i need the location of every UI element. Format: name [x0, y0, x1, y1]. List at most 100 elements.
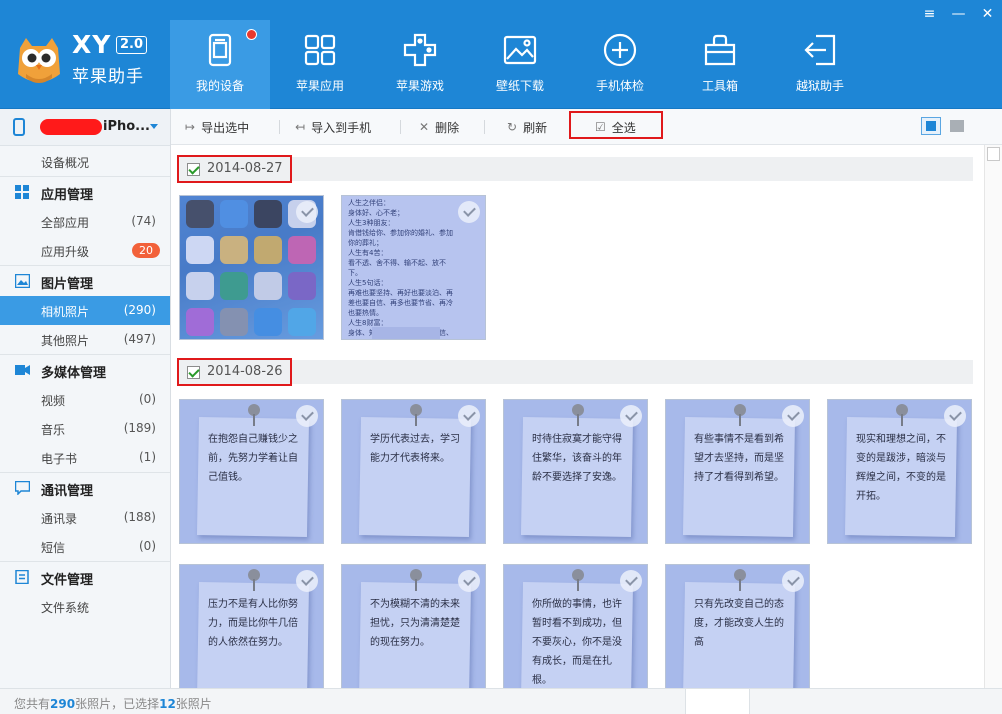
file-icon [15, 570, 29, 584]
status-bar: 您共有290张照片，已选择12张照片 [0, 688, 1002, 714]
select-check-icon[interactable] [458, 570, 480, 592]
select-check-icon[interactable] [296, 405, 318, 427]
sidebar-item-ebooks[interactable]: 电子书 (1) [0, 443, 170, 472]
nav-toolbox[interactable]: 工具箱 [670, 20, 770, 109]
sidebar-item-video[interactable]: 视频 (0) [0, 385, 170, 414]
sidebar-item-file-system[interactable]: 文件系统 [0, 592, 170, 621]
export-selected-button[interactable]: ↦ 导出选中 [185, 118, 249, 136]
nav-label: 苹果应用 [295, 79, 344, 93]
main-nav: 我的设备 苹果应用 苹果游戏 壁纸下载 手机体检 工具箱 越狱助手 [170, 20, 870, 109]
nav-wallpaper[interactable]: 壁纸下载 [470, 20, 570, 109]
nav-label: 苹果游戏 [395, 79, 444, 93]
delete-button[interactable]: ✕ 删除 [419, 118, 459, 136]
select-check-icon[interactable] [782, 405, 804, 427]
photo-grid: 2014-08-27 人生之伴侣： 身体好、心不老； 人生3种朋友： 肯借钱给你… [171, 145, 983, 688]
select-check-icon[interactable] [782, 570, 804, 592]
photo-thumbnail[interactable] [179, 195, 324, 340]
scroll-thumb[interactable] [987, 147, 1000, 161]
photo-thumbnail[interactable]: 现实和理想之间，不变的是跋涉，暗淡与辉煌之间，不变的是开拓。 [827, 399, 972, 544]
nav-label: 壁纸下载 [495, 79, 544, 93]
nav-jailbreak[interactable]: 越狱助手 [770, 20, 870, 109]
date-group-header[interactable]: 2014-08-26 [177, 358, 292, 386]
nav-my-device[interactable]: 我的设备 [170, 20, 270, 109]
pin-icon [734, 404, 746, 426]
nav-phone-check[interactable]: 手机体检 [570, 20, 670, 109]
select-check-icon[interactable] [944, 405, 966, 427]
select-check-icon[interactable] [458, 201, 480, 223]
close-button[interactable]: ✕ [973, 4, 1002, 24]
sidebar-item-app-updates[interactable]: 应用升级 20 [0, 236, 170, 265]
apps-grid-icon [304, 34, 336, 66]
checkbox-icon[interactable] [187, 163, 200, 176]
chat-icon [15, 481, 30, 495]
photo-thumbnail[interactable]: 只有先改变自己的态度，才能改变人生的高 [665, 564, 810, 688]
vertical-scrollbar[interactable] [984, 145, 1002, 688]
sidebar-item-other-photos[interactable]: 其他照片 (497) [0, 325, 170, 354]
refresh-button[interactable]: ↻ 刷新 [507, 118, 547, 136]
sidebar-item-overview[interactable]: 设备概况 [0, 147, 170, 176]
logo-text: XY [72, 30, 112, 59]
sidebar-item-all-apps[interactable]: 全部应用 (74) [0, 207, 170, 236]
sidebar-group-apps: 应用管理 [0, 177, 170, 207]
nav-apple-apps[interactable]: 苹果应用 [270, 20, 370, 109]
sidebar-item-contacts[interactable]: 通讯录 (188) [0, 503, 170, 532]
sidebar: iPho... 设备概况 应用管理 全部应用 (74) 应用升级 20 图片管理… [0, 109, 171, 688]
photo-thumbnail[interactable]: 压力不是有人比你努力，而是比你牛几倍的人依然在努力。 [179, 564, 324, 688]
select-check-icon[interactable] [296, 570, 318, 592]
minimize-button[interactable]: — [944, 4, 973, 24]
device-selector[interactable]: iPho... [0, 109, 170, 146]
thumbnail-view-toggle[interactable] [921, 117, 941, 135]
select-check-icon[interactable] [458, 405, 480, 427]
media-icon [15, 365, 30, 375]
sidebar-group-files: 文件管理 [0, 562, 170, 592]
select-check-icon[interactable] [620, 405, 642, 427]
pin-icon [410, 569, 422, 591]
import-icon: ↤ [295, 120, 306, 134]
export-icon: ↦ [185, 120, 196, 134]
app-logo: XY 2.0 苹果助手 [12, 28, 167, 88]
nav-label: 工具箱 [701, 79, 738, 93]
pin-icon [248, 569, 260, 591]
photo-thumbnail[interactable]: 你所做的事情，也许暂时看不到成功，但不要灰心，你不是没有成长，而是在扎根。 [503, 564, 648, 688]
import-to-phone-button[interactable]: ↤ 导入到手机 [295, 118, 371, 136]
select-check-icon[interactable] [620, 570, 642, 592]
update-count-badge: 20 [132, 243, 160, 258]
nav-label: 我的设备 [195, 79, 244, 93]
photo-thumbnail[interactable]: 学历代表过去，学习能力才代表将来。 [341, 399, 486, 544]
plus-circle-icon [603, 33, 637, 67]
checkbox-icon: ☑ [595, 120, 606, 134]
pin-icon [248, 404, 260, 426]
list-view-toggle[interactable] [950, 120, 964, 132]
sidebar-item-camera-photos[interactable]: 相机照片 (290) [0, 296, 170, 325]
sidebar-item-music[interactable]: 音乐 (189) [0, 414, 170, 443]
nav-label: 越狱助手 [795, 79, 844, 93]
photo-thumbnail[interactable]: 人生之伴侣： 身体好、心不老； 人生3种朋友： 肯借钱给你、参加你的婚礼、参加 … [341, 195, 486, 340]
menu-button[interactable]: ≡ [915, 4, 944, 24]
sidebar-item-sms[interactable]: 短信 (0) [0, 532, 170, 561]
photo-thumbnail[interactable]: 不为模糊不清的未来担忧，只为清清楚楚的现在努力。 [341, 564, 486, 688]
select-all-button[interactable]: ☑ 全选 [595, 118, 636, 136]
sidebar-group-images: 图片管理 [0, 266, 170, 296]
checkbox-icon[interactable] [187, 366, 200, 379]
nav-apple-games[interactable]: 苹果游戏 [370, 20, 470, 109]
sidebar-group-communication: 通讯管理 [0, 473, 170, 503]
pin-icon [572, 569, 584, 591]
device-name: iPho... [103, 119, 150, 134]
photo-thumbnail[interactable]: 有些事情不是看到希望才去坚持，而是坚持了才看得到希望。 [665, 399, 810, 544]
photo-thumbnail[interactable]: 时待住寂寞才能守得住繁华，该奋斗的年龄不要选择了安逸。 [503, 399, 648, 544]
toolbox-icon [704, 34, 736, 66]
notification-dot [246, 29, 257, 40]
status-field [685, 689, 750, 714]
tablet-icon [208, 33, 232, 67]
phone-icon [13, 118, 25, 136]
chevron-down-icon[interactable] [150, 124, 158, 129]
photo-thumbnail[interactable]: 在抱怨自己赚钱少之前，先努力学着让自己值钱。 [179, 399, 324, 544]
date-header-bar [177, 360, 973, 384]
image-icon [15, 274, 30, 288]
date-group-header[interactable]: 2014-08-27 [177, 155, 292, 183]
toolbar: ↦ 导出选中 ↤ 导入到手机 ✕ 删除 ↻ 刷新 ☑ 全选 [171, 109, 1002, 145]
header: XY 2.0 苹果助手 我的设备 苹果应用 苹果游戏 壁纸下载 手机体检 工具箱… [0, 0, 1002, 109]
select-check-icon[interactable] [296, 201, 318, 223]
app-name: 苹果助手 [72, 67, 144, 87]
pin-icon [734, 569, 746, 591]
